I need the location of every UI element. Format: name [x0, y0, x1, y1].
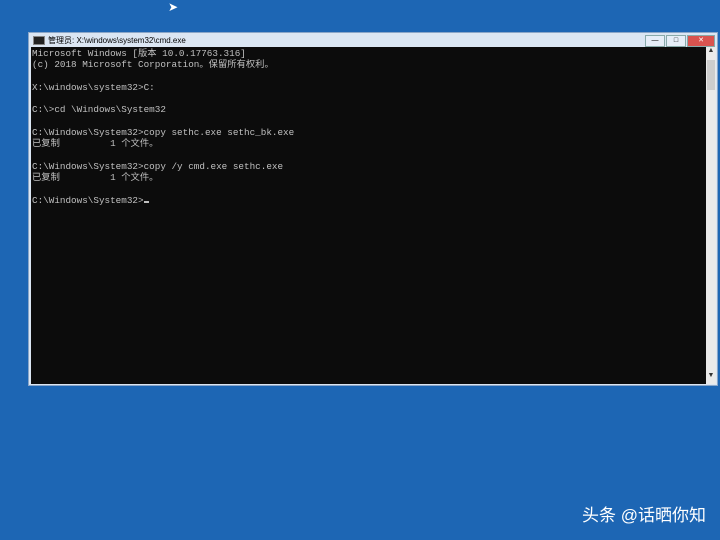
console-line: C:\Windows\System32> [32, 195, 707, 206]
console-line: C:\Windows\System32>copy sethc.exe sethc… [32, 127, 295, 139]
console-line: C:\Windows\System32>copy /y cmd.exe seth… [32, 160, 284, 172]
console-line: 已复制 1 个文件。 [32, 138, 159, 150]
scroll-up-button[interactable]: ▲ [706, 47, 716, 59]
cmd-window: 管理员: X:\windows\system32\cmd.exe — □ ✕ M… [28, 32, 718, 386]
close-button[interactable]: ✕ [687, 35, 715, 47]
watermark: 头条 @话晒你知 [582, 506, 706, 525]
title-bar[interactable]: 管理员: X:\windows\system32\cmd.exe — □ ✕ [29, 33, 717, 47]
console-output[interactable]: Microsoft Windows [版本 10.0.17763.316] (c)… [31, 47, 707, 384]
minimize-button[interactable]: — [645, 35, 665, 47]
console-line: C:\>cd \Windows\System32 [32, 104, 166, 116]
vertical-scrollbar[interactable]: ▲ ▼ [706, 47, 716, 384]
scroll-thumb[interactable] [707, 60, 715, 90]
maximize-button[interactable]: □ [666, 35, 686, 47]
console-line: (c) 2018 Microsoft Corporation。保留所有权利。 [32, 59, 274, 71]
scroll-down-button[interactable]: ▼ [706, 372, 716, 384]
mouse-pointer-icon: ➤ [168, 0, 179, 14]
cmd-icon [33, 35, 45, 45]
text-cursor [143, 200, 149, 203]
window-title: 管理员: X:\windows\system32\cmd.exe [48, 35, 186, 45]
console-line: Microsoft Windows [版本 10.0.17763.316] [32, 48, 246, 59]
console-line: 已复制 1 个文件。 [32, 172, 159, 184]
console-line: X:\windows\system32>C: [32, 81, 155, 93]
